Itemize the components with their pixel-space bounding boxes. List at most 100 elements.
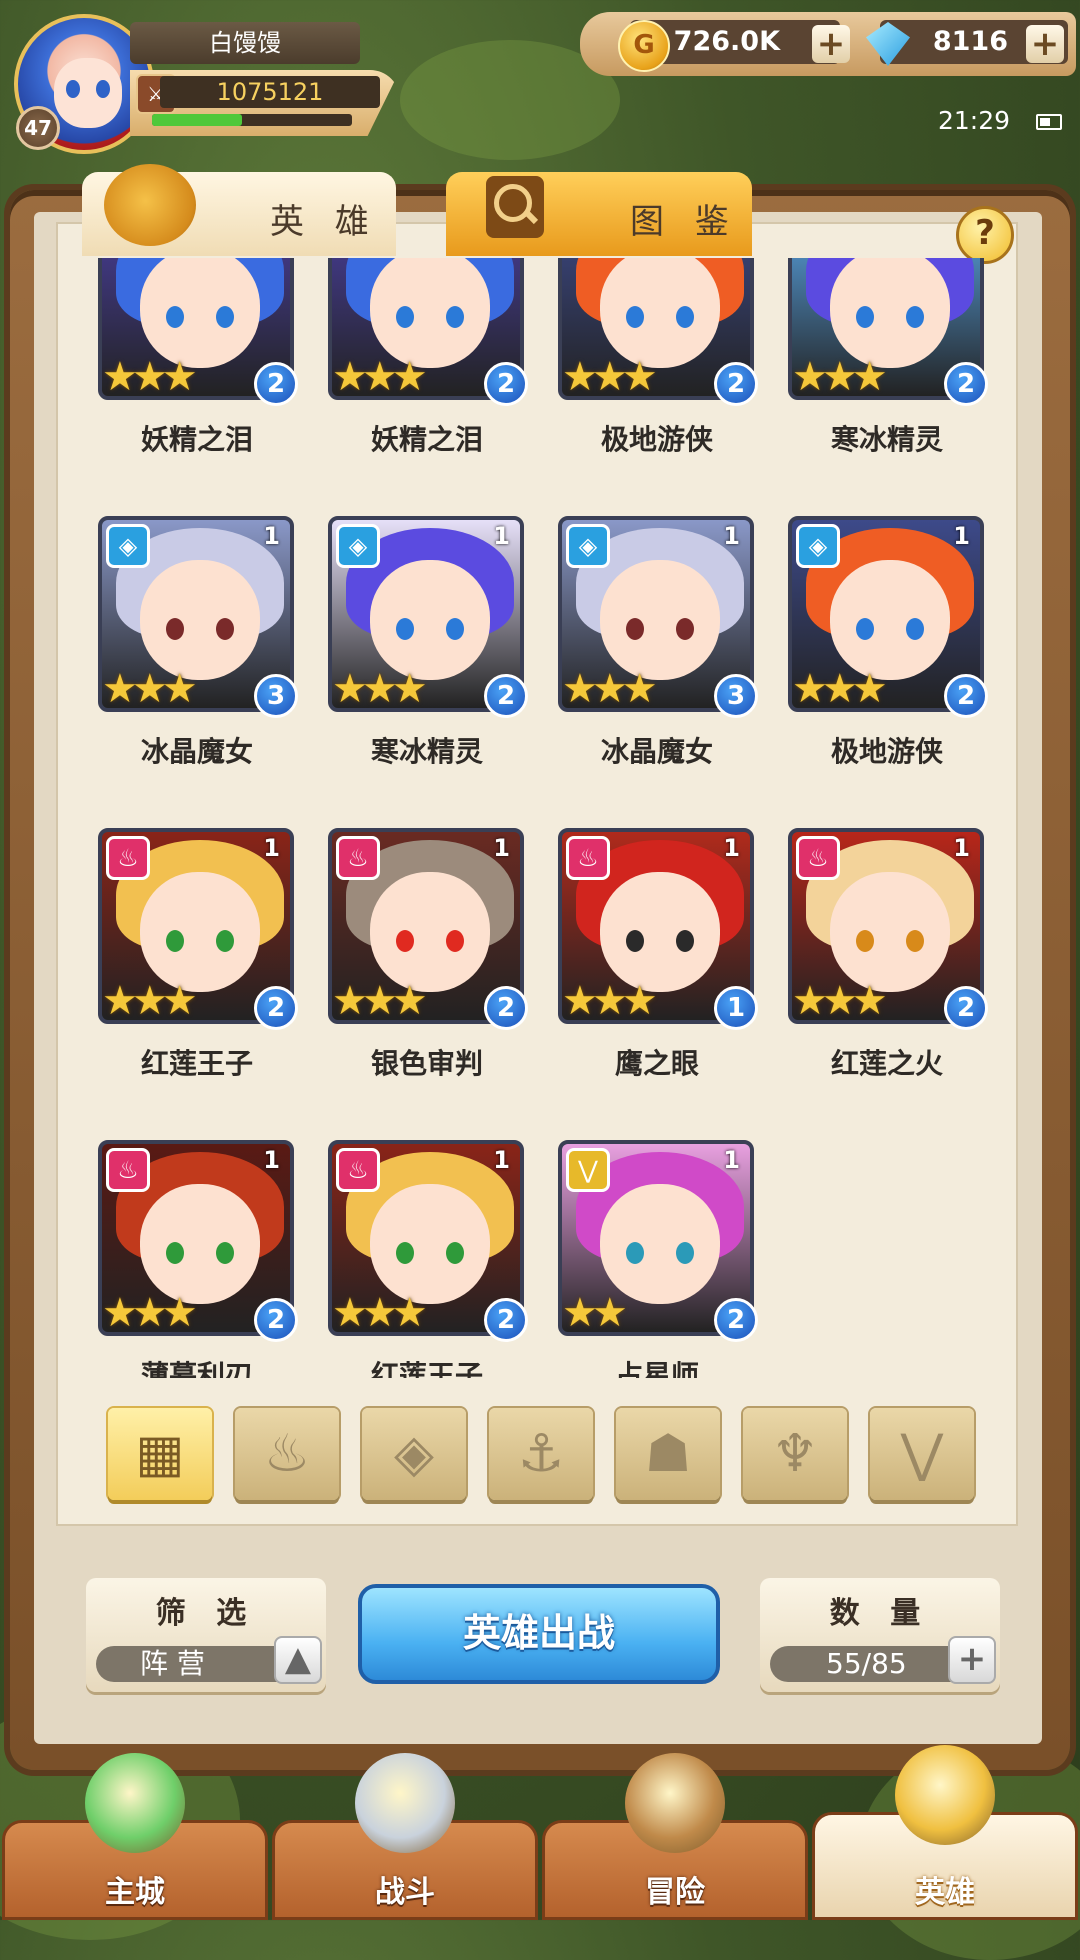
- hero-level-badge: 2: [944, 986, 988, 1030]
- hero-eye: [626, 306, 644, 328]
- add-gem-button[interactable]: +: [1026, 25, 1064, 63]
- hero-face: [140, 1184, 260, 1304]
- hero-card[interactable]: ⋁ 1 ★★ 2 占星师: [558, 1140, 758, 1378]
- helmet-icon: [104, 164, 196, 246]
- help-button[interactable]: ?: [956, 206, 1014, 264]
- all-grid-icon: ▦: [135, 1424, 185, 1484]
- hero-card[interactable]: ◈ 1 ★★★ 3 冰晶魔女: [98, 516, 298, 768]
- hero-eye: [396, 618, 414, 640]
- hero-face: [370, 872, 490, 992]
- hero-level-badge: 2: [714, 1298, 758, 1342]
- hero-name: 薄暮利刃: [140, 1359, 253, 1378]
- hero-card[interactable]: ★★★ 2 寒冰精灵: [788, 258, 988, 456]
- hero-face: [140, 560, 260, 680]
- nav-adventure[interactable]: 冒险: [542, 1753, 808, 1920]
- add-gold-button[interactable]: +: [812, 25, 850, 63]
- water-faction-icon: ◈: [796, 524, 840, 568]
- hero-card[interactable]: ★★★ 2 极地游侠: [558, 258, 758, 456]
- filter-water-faction-button[interactable]: ◈: [362, 1408, 466, 1500]
- star-rating-icon: ★★★: [562, 666, 658, 712]
- star-rating-icon: ★★★: [102, 666, 198, 712]
- hero-level-badge: 2: [484, 1298, 528, 1342]
- hero-level-badge: 2: [484, 674, 528, 718]
- hero-name: 寒冰精灵: [370, 735, 483, 768]
- power-plate: ⚔ 1075121: [130, 70, 400, 136]
- nav-hero[interactable]: 英雄: [812, 1745, 1078, 1920]
- hero-card[interactable]: ♨ 1 ★★★ 2 薄暮利刃: [98, 1140, 298, 1378]
- nav-main-city[interactable]: 主城: [2, 1753, 268, 1920]
- hero-count-label: 1: [263, 1146, 280, 1174]
- hero-card[interactable]: ♨ 1 ★★★ 2 银色审判: [328, 828, 528, 1080]
- filter-demon-faction-button[interactable]: ♆: [743, 1408, 847, 1500]
- filter-anchor-faction-button[interactable]: ⚓: [489, 1408, 593, 1500]
- hero-card[interactable]: ♨ 1 ★★★ 2 红莲王子: [98, 828, 298, 1080]
- tab-heroes[interactable]: 英 雄: [82, 164, 396, 256]
- hero-count-label: 1: [493, 522, 510, 550]
- filter-title: 筛 选: [155, 1596, 257, 1631]
- hero-level-badge: 2: [484, 986, 528, 1030]
- star-rating-icon: ★★★: [562, 978, 658, 1024]
- hero-eye: [446, 306, 464, 328]
- hero-card[interactable]: ◈ 1 ★★★ 3 冰晶魔女: [558, 516, 758, 768]
- star-rating-icon: ★★★: [562, 354, 658, 400]
- hero-face: [370, 560, 490, 680]
- hero-card[interactable]: ★★★ 2 妖精之泪: [98, 258, 298, 456]
- hero-name: 极地游侠: [600, 423, 713, 456]
- hero-eye: [906, 306, 924, 328]
- star-rating-icon: ★★★: [332, 354, 428, 400]
- star-rating-icon: ★★: [562, 1290, 628, 1336]
- hero-name: 妖精之泪: [140, 423, 253, 456]
- hero-name: 银色审判: [370, 1047, 483, 1080]
- water-faction-icon: ◈: [394, 1424, 434, 1484]
- hero-eye: [446, 1242, 464, 1264]
- filter-light-faction-button[interactable]: ⋁: [870, 1408, 974, 1500]
- hero-eye: [446, 930, 464, 952]
- battery-icon: [1036, 114, 1062, 130]
- player-name: 白馒馒: [130, 22, 360, 64]
- hero-name: 冰晶魔女: [600, 735, 713, 768]
- hero-name: 红莲王子: [140, 1047, 253, 1080]
- filter-all-grid-button[interactable]: ▦: [108, 1408, 212, 1500]
- hero-eye: [396, 306, 414, 328]
- hero-count-label: 1: [263, 834, 280, 862]
- hero-level-badge: 2: [484, 362, 528, 406]
- hero-name: 冰晶魔女: [140, 735, 253, 768]
- water-faction-icon: ◈: [566, 524, 610, 568]
- filter-dropdown[interactable]: 阵 营: [96, 1646, 296, 1682]
- expand-capacity-button[interactable]: +: [948, 1636, 996, 1684]
- combat-power: 1075121: [160, 76, 380, 108]
- star-rating-icon: ★★★: [332, 666, 428, 712]
- hero-level-badge: 2: [254, 986, 298, 1030]
- hero-eye: [216, 930, 234, 952]
- player-level-badge: 47: [16, 106, 60, 150]
- count-panel: 数 量 55/85 +: [760, 1578, 1000, 1692]
- hero-name: 红莲之火: [830, 1047, 943, 1080]
- hero-card[interactable]: ♨ 1 ★★★ 2 红莲王子: [328, 1140, 528, 1378]
- nav-battle[interactable]: 战斗: [272, 1753, 538, 1920]
- hero-count-label: 1: [493, 834, 510, 862]
- water-faction-icon: ◈: [106, 524, 150, 568]
- hero-eye: [216, 306, 234, 328]
- hero-card[interactable]: ♨ 1 ★★★ 1 鹰之眼: [558, 828, 758, 1080]
- hero-face: [830, 258, 950, 368]
- tab-codex[interactable]: 图 鉴: [446, 172, 752, 256]
- filter-beast-faction-button[interactable]: ☗: [616, 1408, 720, 1500]
- star-rating-icon: ★★★: [792, 978, 888, 1024]
- hero-face: [600, 560, 720, 680]
- star-rating-icon: ★★★: [102, 354, 198, 400]
- hero-eye: [166, 1242, 184, 1264]
- hero-card[interactable]: ◈ 1 ★★★ 2 极地游侠: [788, 516, 988, 768]
- deploy-heroes-button[interactable]: 英雄出战: [358, 1584, 720, 1684]
- expand-filter-button[interactable]: ▲: [274, 1636, 322, 1684]
- filter-fire-faction-button[interactable]: ♨: [235, 1408, 339, 1500]
- hero-face: [830, 560, 950, 680]
- main-city-icon: [85, 1753, 185, 1853]
- hero-card[interactable]: ♨ 1 ★★★ 2 红莲之火: [788, 828, 988, 1080]
- beast-faction-icon: ☗: [644, 1424, 692, 1484]
- hero-card[interactable]: ★★★ 2 妖精之泪: [328, 258, 528, 456]
- hero-eye: [676, 306, 694, 328]
- hero-count-label: 1: [723, 834, 740, 862]
- hero-eye: [676, 618, 694, 640]
- exp-bar-fill: [152, 114, 242, 126]
- hero-card[interactable]: ◈ 1 ★★★ 2 寒冰精灵: [328, 516, 528, 768]
